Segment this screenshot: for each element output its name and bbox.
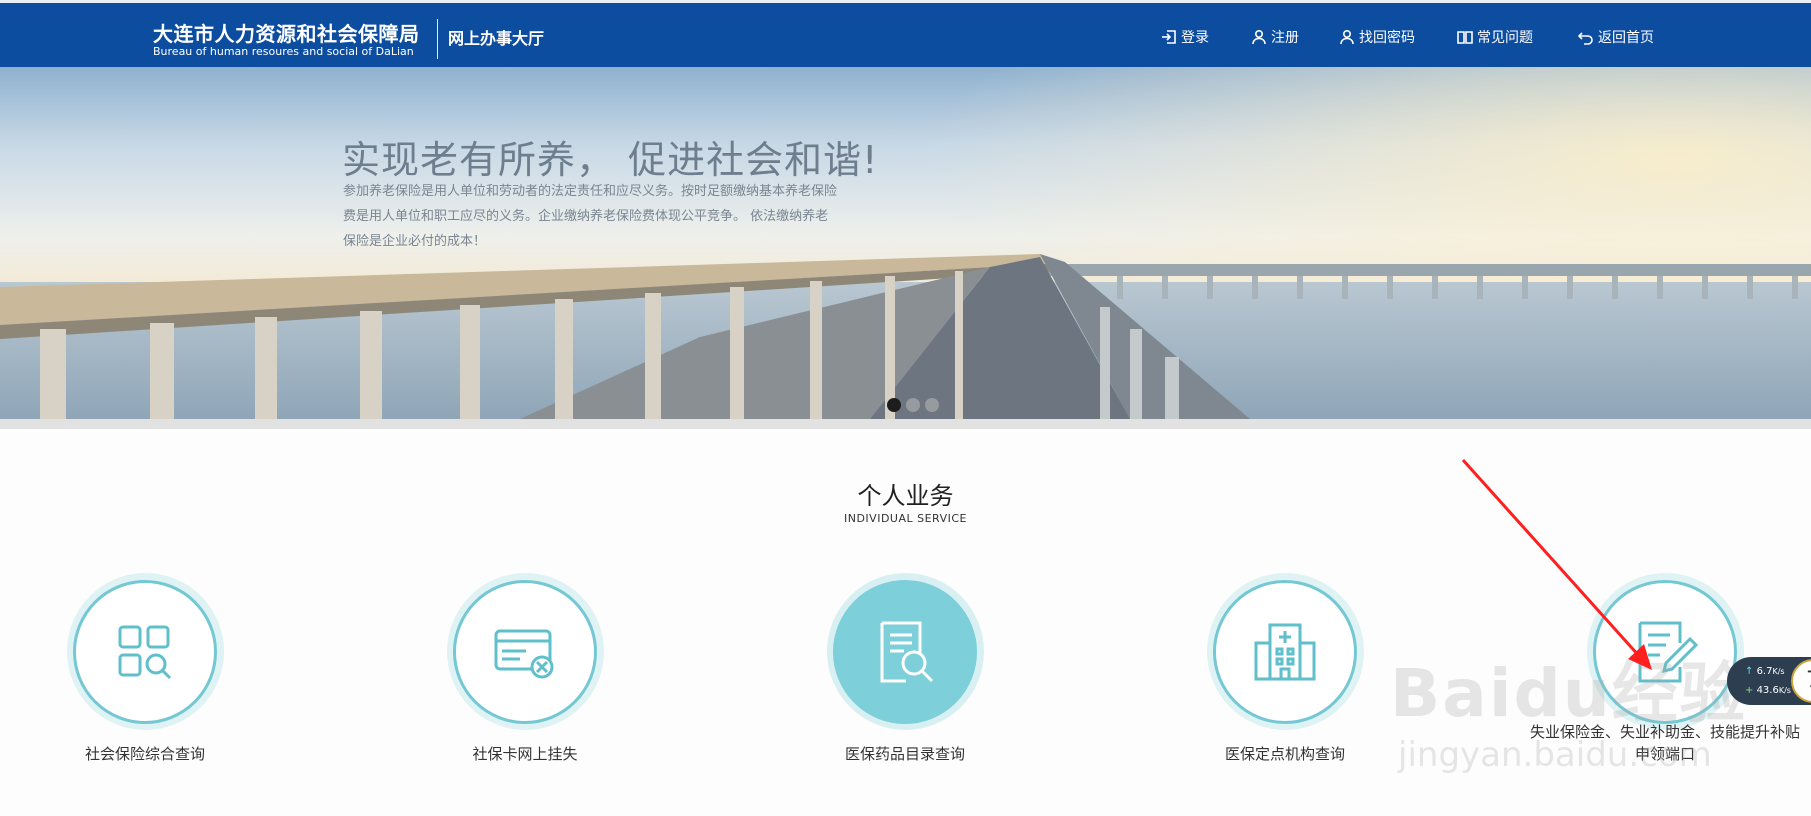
online-hall-title: 网上办事大厅 bbox=[448, 29, 545, 48]
carousel-dot-1[interactable] bbox=[887, 398, 901, 412]
service-card-loss-report[interactable]: 社保卡网上挂失 bbox=[445, 573, 605, 763]
logo-divider bbox=[437, 19, 438, 59]
baidu-watermark: Baidu经验 bbox=[1390, 655, 1748, 732]
section-title: 个人业务 bbox=[857, 482, 954, 510]
service-icon-circle bbox=[66, 573, 224, 730]
banner-title: 实现老有所养， 促进社会和谐! bbox=[342, 138, 879, 182]
service-label: 医保药品目录查询 bbox=[844, 745, 965, 763]
nav-faq-label: 常见问题 bbox=[1477, 30, 1533, 46]
service-icon-circle-active bbox=[826, 573, 984, 730]
nav-home-label: 返回首页 bbox=[1598, 30, 1654, 46]
service-label: 社保卡网上挂失 bbox=[472, 745, 578, 763]
baidu-watermark-url: jingyan.baidu.com bbox=[1398, 735, 1712, 775]
hospital-icon bbox=[1254, 623, 1316, 680]
service-label: 医保定点机构查询 bbox=[1224, 745, 1345, 763]
carousel-dots bbox=[887, 398, 939, 412]
service-label: 社会保险综合查询 bbox=[84, 745, 205, 763]
service-drug-catalog-query[interactable]: 医保药品目录查询 bbox=[825, 573, 985, 763]
carousel-dot-3[interactable] bbox=[925, 398, 939, 412]
grid-search-icon bbox=[118, 625, 172, 679]
page: { "header": { "logo_cn": "大连市人力资源和社会保障局"… bbox=[0, 0, 1811, 816]
bridge-illustration bbox=[0, 254, 1811, 419]
top-header: 大连市人力资源和社会保障局 Bureau of human resoures a… bbox=[0, 0, 1811, 67]
banner-separator bbox=[0, 419, 1811, 429]
nav-find-password[interactable]: 找回密码 bbox=[1339, 27, 1415, 47]
nav-home[interactable]: 返回首页 bbox=[1578, 27, 1654, 47]
site-logo-title[interactable]: 大连市人力资源和社会保障局 bbox=[153, 18, 420, 47]
nav-login[interactable]: 登录 bbox=[1161, 27, 1209, 47]
network-speed-widget[interactable]: ↑ 6.7K/s + 43.6K/s 7 bbox=[1727, 657, 1811, 705]
return-icon bbox=[1578, 32, 1593, 45]
nav-register-label: 注册 bbox=[1271, 30, 1299, 46]
site-logo-subtitle: Bureau of human resoures and social of D… bbox=[153, 45, 414, 58]
nav-faq[interactable]: 常见问题 bbox=[1457, 27, 1533, 47]
nav-find-password-label: 找回密码 bbox=[1359, 30, 1415, 46]
service-social-insurance-query[interactable]: 社会保险综合查询 bbox=[65, 573, 225, 763]
user-icon bbox=[1252, 29, 1266, 45]
carousel-dot-2[interactable] bbox=[906, 398, 920, 412]
book-icon bbox=[1457, 31, 1473, 44]
hero-banner: 实现老有所养， 促进社会和谐! 参加养老保险是用人单位和劳动者的法定责任和应尽义… bbox=[0, 67, 1811, 419]
service-medical-institution-query[interactable]: 医保定点机构查询 bbox=[1205, 573, 1365, 763]
service-icon-circle bbox=[446, 573, 604, 730]
section-subtitle: INDIVIDUAL SERVICE bbox=[843, 512, 967, 525]
card-cancel-icon bbox=[494, 629, 554, 678]
nav-login-label: 登录 bbox=[1181, 30, 1209, 46]
nav-register[interactable]: 注册 bbox=[1251, 27, 1299, 47]
login-icon bbox=[1162, 30, 1176, 44]
document-search-icon bbox=[880, 621, 934, 682]
service-icon-circle bbox=[1206, 573, 1364, 730]
user-icon bbox=[1340, 29, 1354, 45]
banner-description: 参加养老保险是用人单位和劳动者的法定责任和应尽义务。按时足额缴纳基本养老保险费是… bbox=[343, 184, 838, 249]
